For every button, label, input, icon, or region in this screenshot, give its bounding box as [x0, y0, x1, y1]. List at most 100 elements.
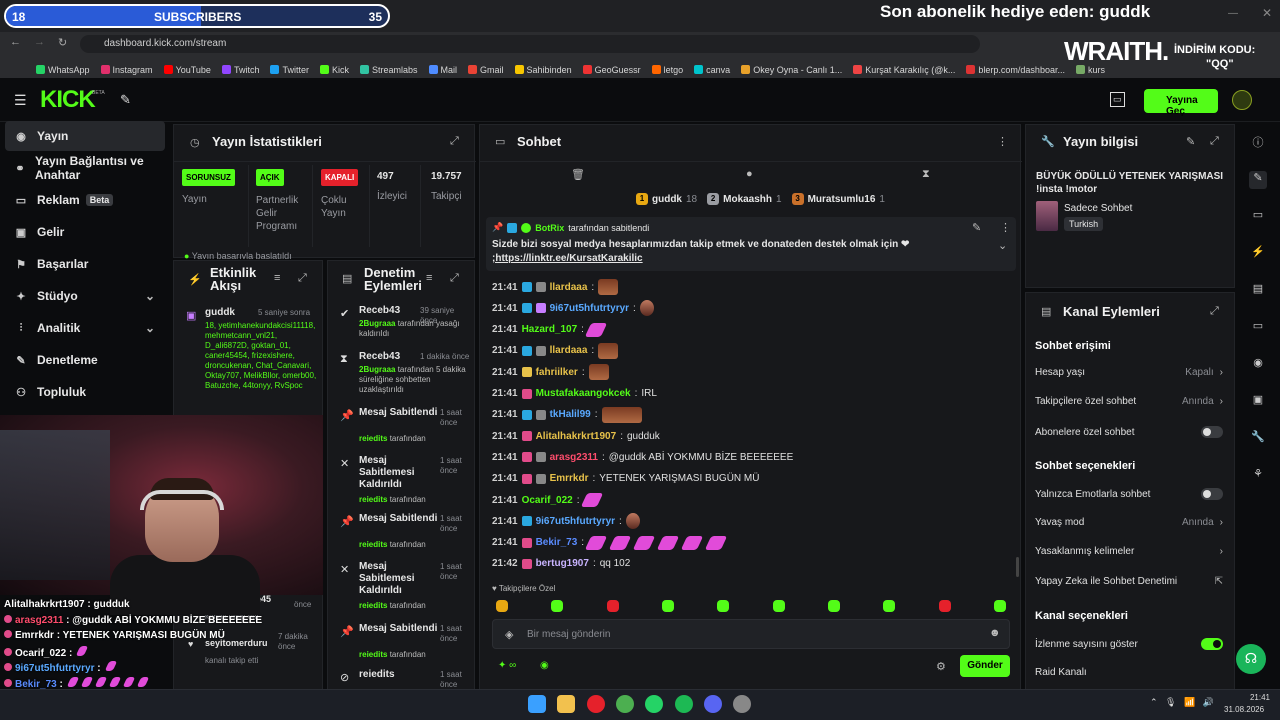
chat-scrollbar[interactable]: [1016, 557, 1019, 577]
emote-icon[interactable]: [717, 600, 730, 612]
expand-icon[interactable]: ⤢: [1210, 135, 1219, 148]
emoji-icon[interactable]: ☻: [989, 627, 1001, 639]
emote-icon[interactable]: [827, 600, 840, 612]
channel-option-row[interactable]: Yasaklanmış kelimeler ›: [1035, 546, 1223, 557]
menu-icon[interactable]: ☰: [14, 92, 27, 109]
obs-icon[interactable]: [733, 695, 752, 713]
filter-icon[interactable]: ≡: [274, 272, 280, 284]
chat-username[interactable]: Emrrkdr: [550, 473, 589, 484]
go-live-button[interactable]: Yayına Geç: [1144, 89, 1218, 117]
sidebar-item-achievements[interactable]: ⚑ Başarılar: [5, 249, 165, 279]
chat-icon[interactable]: ▭: [1249, 319, 1267, 337]
sidebar-item-stream[interactable]: ◉ Yayın: [5, 121, 165, 151]
mod-action-target[interactable]: reiedits: [359, 540, 387, 549]
channel-option-row[interactable]: Yapay Zeka ile Sohbet Denetimi ⇱: [1035, 576, 1223, 587]
chevron-down-icon[interactable]: ⌄: [998, 239, 1007, 252]
kick-icon[interactable]: ◉: [540, 660, 549, 671]
tool-icon[interactable]: ✎: [120, 92, 131, 108]
top-gifter[interactable]: 1 guddk 18: [636, 193, 697, 205]
minimize-icon[interactable]: —: [1228, 8, 1238, 19]
start-icon[interactable]: [528, 695, 546, 713]
emote-icon[interactable]: [993, 600, 1006, 612]
chat-username[interactable]: Bekir_73: [536, 537, 578, 548]
mod-action-target[interactable]: reiedits: [359, 601, 387, 610]
record-icon[interactable]: ◉: [1249, 356, 1267, 374]
sidebar-item-analytics[interactable]: ⫶ Analitik ⌄: [5, 313, 165, 343]
toggle-switch[interactable]: [1201, 426, 1223, 438]
tray-icons[interactable]: ⌃ 🎙 📶 🔊: [1150, 697, 1214, 708]
forward-icon[interactable]: →: [34, 36, 45, 48]
back-icon[interactable]: ←: [10, 36, 21, 48]
option-control[interactable]: [1201, 426, 1223, 438]
bookmark-item[interactable]: Twitter: [270, 61, 309, 78]
bookmark-item[interactable]: GeoGuessr: [582, 61, 641, 78]
group-icon[interactable]: ⚘: [1249, 467, 1267, 485]
wrench-icon[interactable]: 🔧: [1249, 430, 1267, 448]
avatar[interactable]: [1232, 90, 1252, 110]
channel-option-row[interactable]: Hesap yaşı Kapalı ›: [1035, 367, 1223, 378]
emote-icon[interactable]: [551, 600, 564, 612]
sidebar-item-revenue[interactable]: ▣ Gelir: [5, 217, 165, 247]
mod-action-target[interactable]: reiedits: [359, 495, 387, 504]
chat-username[interactable]: Mustafakaangokcek: [536, 388, 631, 399]
option-control[interactable]: ⇱: [1215, 576, 1223, 587]
explorer-icon[interactable]: [557, 695, 576, 713]
pinned-link[interactable]: ;https://linktr.ee/KursatKarakilic: [492, 253, 643, 264]
bookmark-item[interactable]: canva: [694, 61, 730, 78]
chat-username[interactable]: 9i67ut5hfutrtyryr: [536, 516, 615, 527]
more-icon[interactable]: ⋮: [997, 135, 1008, 148]
expand-icon[interactable]: ⤢: [450, 135, 459, 148]
channel-option-row[interactable]: Yalnızca Emotlarla sohbet: [1035, 488, 1223, 500]
emote-icon[interactable]: [496, 600, 508, 612]
bookmark-item[interactable]: Okey Oyna - Canlı 1...: [741, 61, 842, 78]
chat-username[interactable]: arasg2311: [550, 452, 598, 463]
edit-icon[interactable]: ✎: [1249, 171, 1267, 189]
chat-username[interactable]: llardaaa: [550, 345, 588, 356]
shield-icon[interactable]: ◈: [505, 628, 513, 641]
chat-username[interactable]: llardaaa: [550, 282, 588, 293]
option-control[interactable]: Anında ›: [1182, 396, 1223, 407]
hourglass-icon[interactable]: ⧗: [922, 168, 930, 181]
mod-action-target[interactable]: reiedits: [359, 434, 387, 443]
info-icon[interactable]: ⓘ: [1249, 134, 1267, 152]
emote-icon[interactable]: [772, 600, 785, 612]
option-control[interactable]: [1201, 638, 1223, 650]
kick-logo[interactable]: KICK: [40, 86, 96, 114]
video-icon[interactable]: ▭: [1249, 208, 1267, 226]
bookmark-item[interactable]: WhatsApp: [36, 61, 90, 78]
discord-icon[interactable]: [703, 695, 722, 713]
emote-icon[interactable]: [606, 600, 619, 612]
top-gifter[interactable]: 3 Muratsumlu16 1: [791, 193, 885, 205]
sidebar-item-studio[interactable]: ✦ Stüdyo ⌄: [5, 281, 165, 311]
sidebar-item-ads[interactable]: ▭ Reklam Beta: [5, 185, 165, 215]
bookmark-item[interactable]: Kurşat Karakılıç (@k...: [853, 61, 955, 78]
expand-icon[interactable]: ⤢: [298, 272, 307, 285]
unpin-icon[interactable]: ✎: [972, 221, 981, 234]
mod-action-target[interactable]: reiedits: [359, 650, 387, 659]
top-gifter[interactable]: 2 Mokaashh 1: [707, 193, 782, 205]
bookmark-item[interactable]: Kick: [319, 61, 349, 78]
expand-icon[interactable]: ⤢: [1210, 305, 1219, 318]
filter-icon[interactable]: ≡: [426, 272, 432, 284]
edit-icon[interactable]: ✎: [1186, 135, 1195, 148]
channel-option-row[interactable]: Takipçilere özel sohbet Anında ›: [1035, 396, 1223, 407]
chat-username[interactable]: 9i67ut5hfutrtyryr: [550, 303, 629, 314]
emote-icon[interactable]: [938, 600, 951, 612]
chat-username[interactable]: Alitalhakrkrt1907: [536, 431, 617, 442]
close-icon[interactable]: ✕: [1262, 6, 1272, 20]
headset-support-icon[interactable]: ☊: [1236, 644, 1266, 674]
option-control[interactable]: Kapalı ›: [1185, 367, 1223, 378]
bookmark-item[interactable]: Streamlabs: [359, 61, 418, 78]
sidebar-item-community[interactable]: ⚇ Topluluk: [5, 377, 165, 407]
chat-username[interactable]: tkHalil99: [550, 409, 591, 420]
option-control[interactable]: Anında ›: [1182, 517, 1223, 528]
spotify-icon[interactable]: [674, 695, 693, 713]
chevron-down-icon[interactable]: ⌄: [145, 321, 155, 335]
channel-option-row[interactable]: İzlenme sayısını göster: [1035, 638, 1223, 650]
trash-icon[interactable]: 🗑: [571, 168, 585, 181]
bookmark-item[interactable]: Gmail: [468, 61, 504, 78]
pinned-by-user[interactable]: BotRix: [535, 223, 564, 233]
bookmark-item[interactable]: YouTube: [163, 61, 211, 78]
mod-action-target[interactable]: 2Bugraaa: [359, 365, 395, 374]
chat-username[interactable]: bertug1907: [536, 558, 589, 569]
